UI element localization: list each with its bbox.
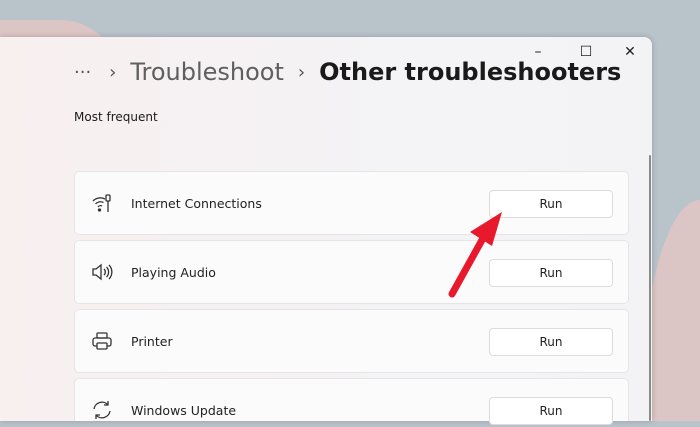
- annotation-arrow: [448, 212, 502, 298]
